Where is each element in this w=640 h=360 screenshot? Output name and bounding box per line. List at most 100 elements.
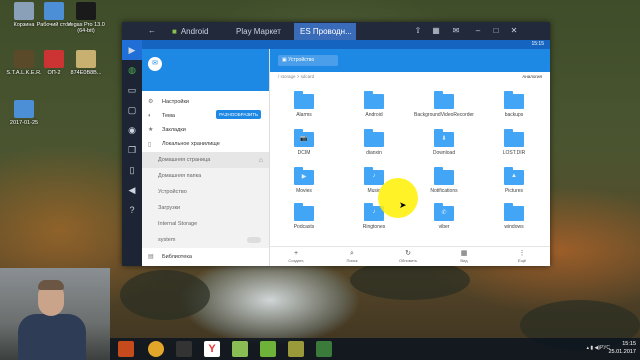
tab-android[interactable]: ■ Android — [166, 23, 230, 40]
folder-icon — [14, 100, 34, 118]
location-selector[interactable]: ▣ Устройство — [278, 55, 338, 66]
upload-icon[interactable]: ⇧ — [412, 25, 424, 37]
folder-item[interactable]: ✆ viber — [414, 203, 474, 230]
folder-item[interactable]: backups — [484, 91, 544, 118]
phone-icon: ▯ — [148, 141, 152, 148]
help-icon[interactable]: ? — [122, 200, 142, 220]
create-button[interactable]: + Создать — [276, 249, 316, 263]
bluestacks-window: ← ■ Android Play Маркет ES Проводн... ⇧ … — [122, 22, 550, 266]
notes-icon[interactable] — [232, 341, 248, 357]
bluestacks-sidebar: ▶ ◍ ▭ ▢ ◉ ❐ ▯ ◀ ? — [122, 40, 142, 266]
volume-icon[interactable]: ◀ — [122, 180, 142, 200]
library-icon: ▤ — [148, 254, 154, 260]
folder-icon — [504, 203, 524, 221]
stalker-icon — [14, 50, 34, 68]
folder-icon[interactable]: ▢ — [122, 100, 142, 120]
folder-item[interactable]: Notifications — [414, 167, 474, 194]
tab-play-market[interactable]: Play Маркет — [230, 23, 294, 40]
folder-item[interactable]: Android — [344, 91, 404, 118]
view-button[interactable]: ▦ Вид — [444, 249, 484, 263]
folder-item[interactable]: LOST.DIR — [484, 129, 544, 156]
drawer-subitem-system[interactable]: system — [142, 232, 269, 248]
recycle-bin-icon — [14, 2, 34, 20]
folder-item[interactable]: ⬇ Download — [414, 129, 474, 156]
folder-icon — [504, 91, 524, 109]
video-icon[interactable]: ▶ — [122, 40, 142, 60]
folder-item[interactable]: windows — [484, 203, 544, 230]
refresh-icon: ↻ — [405, 250, 411, 257]
minimize-icon[interactable]: – — [472, 25, 484, 37]
navigation-drawer: ✉ ⚙ Настройки ◐ Тема РАЗНООБРАЗИТЬ ★ Зак… — [142, 49, 270, 266]
more-button[interactable]: ⋮ Ещё — [502, 249, 542, 263]
search-icon: ⌕ — [350, 250, 354, 257]
back-icon[interactable]: ← — [146, 25, 158, 37]
stalker-icon[interactable] — [288, 341, 304, 357]
mail-icon[interactable]: ✉ — [148, 57, 162, 71]
camera-icon: 📷 — [294, 129, 314, 147]
bluestacks-icon[interactable] — [260, 341, 276, 357]
drawer-subitem-home-folder[interactable]: Домашняя папка — [142, 168, 269, 184]
refresh-button[interactable]: ↻ Обновить — [388, 249, 428, 263]
folder-icon — [294, 91, 314, 109]
desktop-icon-vegas[interactable]: Vegas Pro 13.0 (64-bit) — [64, 2, 108, 34]
copy-icon[interactable]: ❐ — [122, 140, 142, 160]
ie-icon[interactable] — [118, 341, 134, 357]
home-icon[interactable]: ⌂ — [259, 157, 263, 164]
android-icon: ■ — [172, 27, 177, 36]
image-icon: ▲ — [504, 167, 524, 185]
drawer-item-library[interactable]: ▤ Библиотека — [142, 250, 269, 263]
drawer-item-bookmarks[interactable]: ★ Закладки — [142, 123, 269, 136]
mail-icon[interactable]: ✉ — [450, 25, 462, 37]
vegas-icon — [76, 2, 96, 20]
tray-icons[interactable]: ▴ ▮ ◀) — [586, 345, 600, 351]
folder-icon — [434, 91, 454, 109]
drawer-item-theme[interactable]: ◐ Тема РАЗНООБРАЗИТЬ — [142, 108, 269, 123]
folder-icon — [294, 203, 314, 221]
close-icon[interactable]: ✕ — [508, 25, 520, 37]
gear-icon: ⚙ — [148, 99, 154, 105]
desktop-icon-folder-date[interactable]: 2017-01-25 — [2, 100, 46, 126]
drawer-subitem-home-page[interactable]: Домашняя страница ⌂ — [142, 152, 269, 168]
sort-label[interactable]: Аналогия — [522, 72, 542, 82]
taskbar: Y ▴ ▮ ◀) РУС 15:15 25.01.2017 — [110, 338, 640, 360]
folder-icon — [434, 167, 454, 185]
toggle-icon[interactable] — [247, 237, 261, 243]
location-icon[interactable]: ◉ — [122, 120, 142, 140]
maximize-icon[interactable]: □ — [490, 25, 502, 37]
folder-item[interactable]: ▲ Pictures — [484, 167, 544, 194]
bookmark-icon: ★ — [148, 127, 154, 133]
apk-icon[interactable]: ▭ — [122, 80, 142, 100]
chat-icon[interactable]: ◍ — [122, 60, 142, 80]
yandex-icon[interactable]: Y — [204, 341, 220, 357]
drawer-subitem-internal-storage[interactable]: Internal Storage — [142, 216, 269, 232]
chrome-icon[interactable] — [148, 341, 164, 357]
folder-icon — [504, 129, 524, 147]
folder-item[interactable]: dianxin — [344, 129, 404, 156]
viber-icon: ✆ — [434, 203, 454, 221]
mouse-cursor-icon: ➤ — [399, 200, 407, 210]
folder-item[interactable]: 📷 DCIM — [274, 129, 334, 156]
breadcrumb[interactable]: / storage > sdcard Аналогия — [270, 72, 550, 82]
desktop-icon-file[interactable]: 874E0B8B... — [64, 50, 108, 76]
drawer-subitem-downloads[interactable]: Загрузки — [142, 200, 269, 216]
folder-item[interactable]: Podcasts — [274, 203, 334, 230]
device-icon[interactable]: ▯ — [122, 160, 142, 180]
drawer-subitem-device[interactable]: Устройство — [142, 184, 269, 200]
grid-icon[interactable]: ▦ — [430, 25, 442, 37]
drawer-header: ✉ — [142, 49, 269, 91]
theme-badge-button[interactable]: РАЗНООБРАЗИТЬ — [216, 110, 261, 119]
folder-item[interactable]: ▶ Movies — [274, 167, 334, 194]
drawer-item-settings[interactable]: ⚙ Настройки — [142, 95, 269, 108]
es-icon[interactable] — [316, 341, 332, 357]
tab-es-explorer[interactable]: ES Проводн... — [294, 23, 356, 40]
folder-item[interactable]: BackgroundVideoRecorder — [414, 91, 474, 118]
webcam-overlay — [0, 268, 110, 360]
clock[interactable]: 15:15 25.01.2017 — [608, 340, 636, 356]
cursor-highlight — [378, 178, 418, 218]
drawer-item-local-storage[interactable]: ▯ Локальное хранилище — [142, 136, 269, 152]
media-icon[interactable] — [176, 341, 192, 357]
folder-icon — [364, 129, 384, 147]
search-button[interactable]: ⌕ Поиск — [332, 249, 372, 263]
folder-item[interactable]: Alarms — [274, 91, 334, 118]
plus-icon: + — [293, 250, 299, 257]
